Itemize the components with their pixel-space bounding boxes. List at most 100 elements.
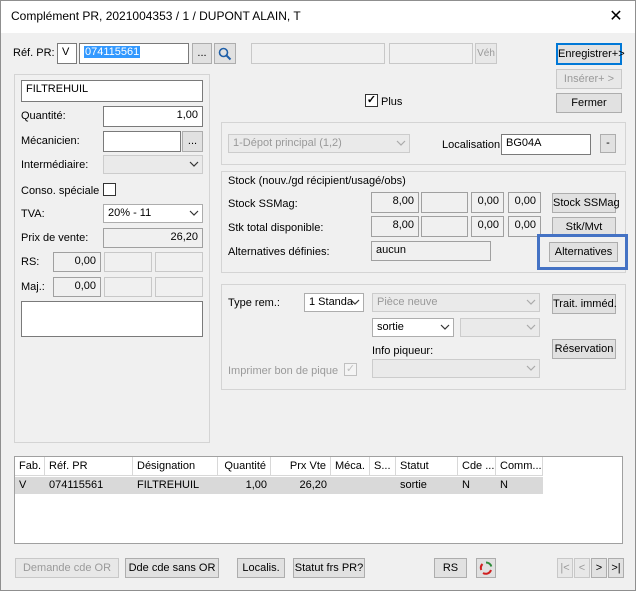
rs-field[interactable]: 0,00 xyxy=(53,252,101,272)
column-header[interactable]: Quantité xyxy=(218,457,271,476)
dialog-window: Complément PR, 2021004353 / 1 / DUPONT A… xyxy=(0,0,636,591)
reservation-button[interactable]: Réservation xyxy=(552,339,616,359)
localisation-button[interactable]: - xyxy=(600,134,616,153)
ref-pr-label: Réf. PR: xyxy=(13,47,55,59)
dde-cde-sans-or-button[interactable]: Dde cde sans OR xyxy=(125,558,219,578)
chevron-down-icon xyxy=(526,299,536,305)
column-header[interactable]: Désignation xyxy=(133,457,218,476)
table-cell: sortie xyxy=(396,477,458,494)
title-bar: Complément PR, 2021004353 / 1 / DUPONT A… xyxy=(1,1,635,33)
tva-select[interactable]: 20% - 11 xyxy=(103,204,203,223)
close-button[interactable]: Fermer xyxy=(556,93,622,113)
table-cell: FILTREHUIL xyxy=(133,477,218,494)
sortie-secondary-select[interactable] xyxy=(460,318,540,337)
maj-field[interactable]: 0,00 xyxy=(53,277,101,297)
table-cell xyxy=(331,477,370,494)
stock-ssmag-label: Stock SSMag: xyxy=(228,198,298,210)
chevron-down-icon xyxy=(440,324,450,330)
chevron-down-icon xyxy=(189,210,199,216)
localisation-field[interactable]: BG04A xyxy=(501,134,591,155)
note-field[interactable] xyxy=(21,301,203,337)
nav-prev-button[interactable]: < xyxy=(574,558,590,578)
trait-immed-button[interactable]: Trait. imméd. xyxy=(552,294,617,314)
rs-label: RS: xyxy=(21,256,40,268)
column-header[interactable]: Méca. xyxy=(331,457,370,476)
imprimer-checkbox[interactable]: ✓ xyxy=(344,363,357,376)
search-icon xyxy=(218,47,232,61)
sortie-select[interactable]: sortie xyxy=(372,318,454,337)
intermediaire-select[interactable] xyxy=(103,155,203,174)
rs-button[interactable]: RS xyxy=(434,558,467,578)
recycle-icon xyxy=(479,561,493,575)
table-cell: 074115561 xyxy=(45,477,133,494)
intermediaire-label: Intermédiaire: xyxy=(21,159,89,171)
prix-label: Prix de vente: xyxy=(21,232,89,244)
type-rem-select[interactable]: 1 Standa xyxy=(304,293,364,312)
mecanicien-field[interactable] xyxy=(103,131,181,152)
column-header[interactable]: Prx Vte xyxy=(271,457,331,476)
depot-select[interactable]: 1-Dépot principal (1,2) xyxy=(228,134,410,153)
table-cell xyxy=(370,477,396,494)
ref-browse-button[interactable]: ... xyxy=(192,43,212,64)
statut-frs-button[interactable]: Statut frs PR? xyxy=(293,558,365,578)
refresh-button[interactable] xyxy=(476,558,496,578)
designation-field[interactable]: FILTREHUIL xyxy=(21,80,203,102)
piece-value: Pièce neuve xyxy=(377,296,438,308)
ref-prefix-field[interactable]: V xyxy=(57,43,77,64)
veh-button[interactable]: Véh xyxy=(475,43,497,64)
mecanicien-browse-button[interactable]: ... xyxy=(182,131,203,152)
alternatives-highlight-box xyxy=(537,234,628,270)
vehicle-field-1[interactable] xyxy=(251,43,385,64)
column-header[interactable]: Fab. xyxy=(15,457,45,476)
stock-total-nouv: 8,00 xyxy=(371,216,419,237)
piece-select[interactable]: Pièce neuve xyxy=(372,293,540,312)
stock-ssmag-usage: 0,00 xyxy=(471,192,504,213)
vehicle-field-2[interactable] xyxy=(389,43,473,64)
conso-label: Conso. spéciale xyxy=(21,185,100,197)
stock-ssmag-button[interactable]: Stock SSMag xyxy=(552,193,620,213)
localis-button[interactable]: Localis. xyxy=(237,558,285,578)
quantite-label: Quantité: xyxy=(21,110,66,122)
prix-field[interactable]: 26,20 xyxy=(103,228,203,248)
info-piqueur-label: Info piqueur: xyxy=(372,345,434,357)
chevron-down-icon xyxy=(526,365,536,371)
imprimer-label: Imprimer bon de pique xyxy=(228,365,339,377)
tva-label: TVA: xyxy=(21,208,45,220)
parts-table[interactable]: Fab. Réf. PR Désignation Quantité Prx Vt… xyxy=(14,456,623,544)
table-cell: V xyxy=(15,477,45,494)
chevron-down-icon xyxy=(350,299,360,305)
type-rem-label: Type rem.: xyxy=(228,297,280,309)
depot-value: 1-Dépot principal (1,2) xyxy=(233,137,342,149)
stock-total-label: Stk total disponible: xyxy=(228,222,324,234)
ref-pr-value: 074115561 xyxy=(84,46,141,58)
chevron-down-icon xyxy=(526,324,536,330)
window-title: Complément PR, 2021004353 / 1 / DUPONT A… xyxy=(11,9,301,23)
stock-ssmag-obs: 0,00 xyxy=(508,192,541,213)
column-header[interactable]: S... xyxy=(370,457,396,476)
nav-last-button[interactable]: >| xyxy=(608,558,624,578)
ref-pr-field[interactable]: 074115561 xyxy=(79,43,189,64)
table-cell: 26,20 xyxy=(271,477,331,494)
close-icon[interactable]: ✕ xyxy=(605,6,627,26)
column-header[interactable]: Réf. PR xyxy=(45,457,133,476)
rs-field-2 xyxy=(104,252,152,272)
table-cell: N xyxy=(458,477,496,494)
quantite-field[interactable]: 1,00 xyxy=(103,106,203,127)
nav-next-button[interactable]: > xyxy=(591,558,607,578)
column-header[interactable]: Cde ... xyxy=(458,457,496,476)
column-header[interactable]: Statut xyxy=(396,457,458,476)
maj-field-2 xyxy=(104,277,152,297)
save-button[interactable]: Enregistrer+> xyxy=(556,43,625,65)
table-cell: N xyxy=(496,477,543,494)
stock-group-title: Stock (nouv./gd récipient/usagé/obs) xyxy=(228,175,406,187)
plus-checkbox[interactable]: ✓ xyxy=(365,94,378,107)
demande-cde-or-button[interactable]: Demande cde OR xyxy=(15,558,119,578)
search-button[interactable] xyxy=(214,43,236,64)
maj-field-3 xyxy=(155,277,203,297)
info-piqueur-select[interactable] xyxy=(372,359,540,378)
conso-checkbox[interactable] xyxy=(103,183,116,196)
nav-first-button[interactable]: |< xyxy=(557,558,573,578)
insert-button[interactable]: Insérer+ > xyxy=(556,69,622,89)
column-header[interactable]: Comm... xyxy=(496,457,543,476)
stock-ssmag-gd xyxy=(421,192,468,213)
